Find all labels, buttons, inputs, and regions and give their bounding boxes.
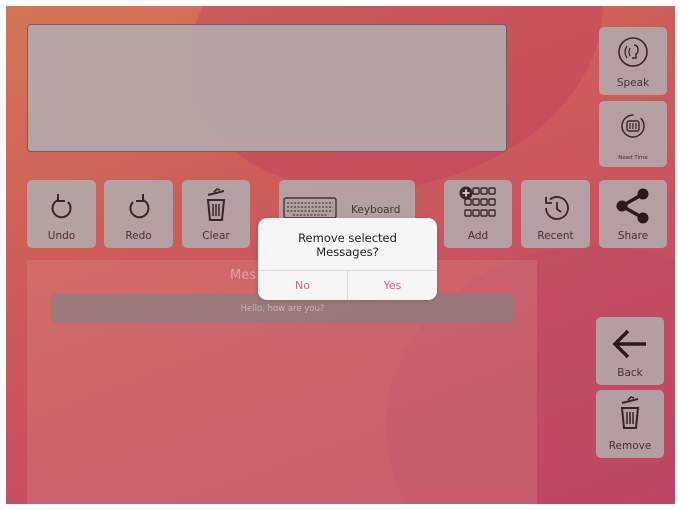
- no-button[interactable]: No: [258, 271, 347, 300]
- yes-button[interactable]: Yes: [348, 271, 437, 300]
- dialog-title: Remove selected Messages?: [298, 231, 397, 259]
- confirm-dialog: Remove selected Messages? No Yes: [258, 218, 437, 300]
